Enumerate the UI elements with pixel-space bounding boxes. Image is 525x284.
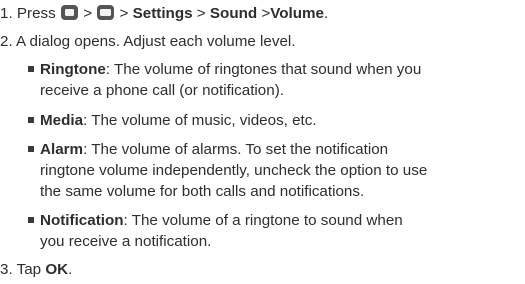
bullet-line: Alarm: The volume of alarms. To set the …	[26, 139, 521, 160]
bullet-line: you receive a notification.	[40, 233, 212, 250]
bullet-text: : The volume of a ringtone to sound when	[123, 212, 403, 229]
home-key-icon	[60, 5, 78, 20]
separator: >	[119, 5, 129, 22]
bullet-marker	[28, 66, 34, 72]
bullet-alarm: Alarm: The volume of alarms. To set the …	[26, 139, 521, 202]
settings-label: Settings	[132, 5, 193, 22]
volume-label: Volume	[270, 5, 324, 22]
bullet-term: Ringtone	[40, 61, 106, 78]
bullet-term: Alarm	[40, 141, 84, 158]
menu-key-icon	[97, 5, 115, 20]
bullet-line: Media: The volume of music, videos, etc.	[26, 110, 521, 131]
step-3-end: .	[68, 261, 73, 278]
instructions-page: 1. Press > > Settings > Sound >Volume. 2…	[0, 0, 525, 284]
bullet-term: Notification	[40, 212, 124, 229]
bullet-marker	[28, 117, 34, 123]
step-1-prefix: 1. Press	[0, 5, 56, 22]
sound-label: Sound	[209, 5, 258, 22]
bullet-marker	[28, 217, 34, 223]
separator: >	[83, 5, 93, 22]
bullet-line: Ringtone: The volume of ringtones that s…	[26, 59, 521, 80]
bullet-line: receive a phone call (or notification).	[40, 82, 284, 99]
bullet-marker	[28, 146, 34, 152]
bullet-ringtone: Ringtone: The volume of ringtones that s…	[26, 59, 521, 101]
step-1-end: .	[324, 5, 329, 22]
bullet-media: Media: The volume of music, videos, etc.	[26, 110, 521, 131]
bullet-line: the same volume for both calls and notif…	[40, 183, 365, 200]
bullet-notification: Notification: The volume of a ringtone t…	[26, 210, 521, 252]
bullet-text: : The volume of ringtones that sound whe…	[105, 61, 422, 78]
ok-label: OK	[45, 261, 69, 278]
bullet-line: Notification: The volume of a ringtone t…	[26, 210, 521, 231]
bullet-line: ringtone volume independently, uncheck t…	[40, 162, 428, 179]
bullet-text: : The volume of alarms. To set the notif…	[83, 141, 389, 158]
separator: >	[261, 5, 271, 22]
step-3-prefix: 3. Tap	[0, 261, 42, 278]
step-3: 3. Tap OK.	[0, 259, 72, 280]
separator: >	[196, 5, 206, 22]
step-1: 1. Press > > Settings > Sound >Volume.	[0, 3, 328, 24]
step-2: 2. A dialog opens. Adjust each volume le…	[0, 33, 296, 50]
bullet-text: : The volume of music, videos, etc.	[83, 112, 317, 129]
bullet-term: Media	[40, 112, 84, 129]
